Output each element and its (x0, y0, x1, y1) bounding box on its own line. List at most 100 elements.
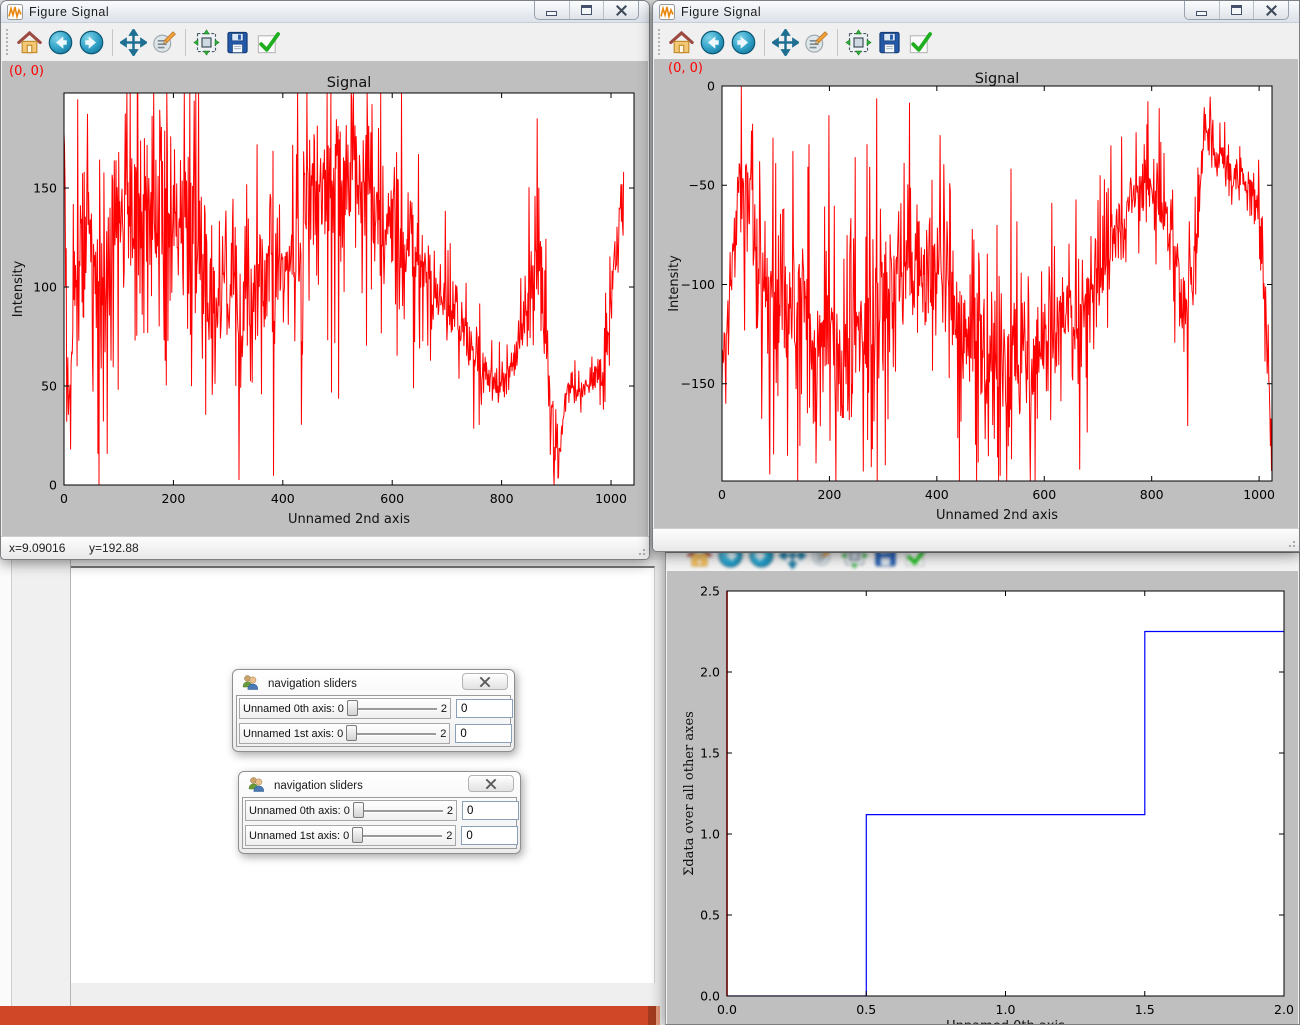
home-icon[interactable] (16, 29, 43, 56)
figure-window-signal-2: Figure Signal (0, 0) 020040060080010000−… (652, 0, 1300, 552)
axis-value-input[interactable] (462, 801, 519, 820)
figure-window-signal-1: Figure Signal (0, 0) 0200400600800100005… (0, 0, 650, 560)
dialog-title: navigation sliders (274, 780, 363, 792)
toolbar-grip (658, 29, 661, 55)
svg-text:0: 0 (49, 478, 57, 493)
minimize-button[interactable] (1185, 1, 1220, 19)
svg-text:−100: −100 (681, 277, 715, 292)
axis-slider[interactable] (347, 699, 439, 718)
svg-text:100: 100 (33, 280, 57, 295)
svg-text:Intensity: Intensity (667, 255, 682, 312)
navigator-canvas[interactable]: 0.00.51.01.52.00.00.51.01.52.02.5Unnamed… (667, 571, 1298, 1025)
svg-text:Signal: Signal (327, 75, 372, 91)
close-icon (1265, 5, 1278, 16)
close-button[interactable] (604, 1, 638, 19)
close-icon (485, 779, 497, 789)
dialog-title: navigation sliders (268, 678, 357, 690)
axis-label: Unnamed 1st axis: (249, 830, 340, 842)
axis-slider[interactable] (353, 801, 445, 820)
edit-parameters-icon (810, 553, 837, 569)
minimize-button[interactable] (535, 1, 570, 19)
slider-groove (355, 810, 443, 812)
save-icon (872, 553, 899, 569)
dialog-titlebar[interactable]: navigation sliders (242, 675, 357, 692)
forward-icon[interactable] (730, 29, 757, 56)
svg-text:2.0: 2.0 (700, 665, 720, 680)
slider-min: 0 (337, 728, 343, 740)
confirm-check-icon[interactable] (255, 29, 282, 56)
slider-handle[interactable] (353, 802, 364, 818)
accent-bar-highlight (656, 1006, 660, 1025)
axis-value-input[interactable] (455, 724, 512, 743)
configure-subplots-icon[interactable] (193, 29, 220, 56)
home-icon[interactable] (668, 29, 695, 56)
pan-icon[interactable] (120, 29, 147, 56)
toolbar-separator (112, 29, 113, 56)
forward-icon[interactable] (78, 29, 105, 56)
axis-slider-row: Unnamed 1st axis: 0 2 (239, 723, 508, 744)
axis-slider[interactable] (346, 724, 438, 743)
confirm-check-icon (903, 553, 930, 569)
svg-text:Unnamed 2nd axis: Unnamed 2nd axis (936, 508, 1058, 523)
maximize-button[interactable] (570, 1, 605, 19)
axis-label: Unnamed 1st axis: (243, 728, 334, 740)
axis-value-input[interactable] (456, 699, 513, 718)
edit-parameters-icon[interactable] (151, 29, 178, 56)
svg-text:0.5: 0.5 (700, 908, 720, 923)
slider-groove (349, 708, 437, 710)
svg-text:1.0: 1.0 (996, 1002, 1016, 1017)
configure-subplots-icon (841, 553, 868, 569)
maximize-button[interactable] (1220, 1, 1255, 19)
configure-subplots-icon[interactable] (845, 29, 872, 56)
background-sidebar-strip (12, 560, 71, 1006)
toolbar-grip (6, 29, 9, 55)
slider-handle[interactable] (352, 827, 363, 843)
axis-value-input[interactable] (461, 826, 518, 845)
dialog-titlebar[interactable]: navigation sliders (248, 777, 363, 794)
navigation-sliders-dialog[interactable]: navigation sliders Unnamed 0th axis: 0 2… (238, 771, 521, 854)
close-button[interactable] (1254, 1, 1288, 19)
resize-grip[interactable] (636, 546, 646, 556)
back-icon[interactable] (47, 29, 74, 56)
slider-strip: Unnamed 0th axis: 0 2 (239, 698, 451, 719)
matplotlib-window-icon (7, 4, 23, 20)
slider-min: 0 (344, 805, 350, 817)
slider-min: 0 (338, 703, 344, 715)
navigation-sliders-dialog[interactable]: navigation sliders Unnamed 0th axis: 0 2… (232, 669, 515, 752)
svg-text:0: 0 (707, 79, 715, 94)
slider-handle[interactable] (347, 700, 358, 716)
confirm-check-icon[interactable] (907, 29, 934, 56)
resize-grip[interactable] (1286, 538, 1296, 548)
axis-slider-row: Unnamed 0th axis: 0 2 (245, 800, 514, 821)
window-controls (1184, 1, 1289, 20)
navigator-plot: 0.00.51.01.52.00.00.51.01.52.02.5Unnamed… (667, 571, 1300, 1025)
window-title: Figure Signal (681, 5, 761, 19)
cursor-x-readout: x=9.09016 (9, 541, 65, 555)
maximize-icon (1231, 5, 1242, 15)
back-icon[interactable] (699, 29, 726, 56)
slider-handle[interactable] (346, 725, 357, 741)
svg-text:800: 800 (490, 491, 514, 506)
dialog-close-button[interactable] (462, 673, 508, 690)
axis-slider[interactable] (352, 826, 444, 845)
titlebar[interactable]: Figure Signal (653, 1, 1299, 23)
dialog-close-button[interactable] (468, 775, 514, 792)
svg-text:1.0: 1.0 (700, 827, 720, 842)
titlebar[interactable]: Figure Signal (1, 1, 649, 23)
svg-text:0.0: 0.0 (700, 989, 720, 1004)
accent-bar (0, 1006, 660, 1025)
back-icon (717, 553, 744, 569)
pan-icon[interactable] (772, 29, 799, 56)
home-icon (686, 553, 713, 569)
svg-text:Signal: Signal (975, 71, 1020, 87)
matplotlib-window-icon (659, 4, 675, 20)
save-icon[interactable] (224, 29, 251, 56)
edit-parameters-icon[interactable] (803, 29, 830, 56)
slider-min: 0 (343, 830, 349, 842)
save-icon[interactable] (876, 29, 903, 56)
sliders-panel: Unnamed 0th axis: 0 2 Unnamed 1st axis: … (236, 695, 511, 747)
signal-canvas[interactable]: (0, 0) 020040060080010000−50−100−150Sign… (654, 59, 1298, 531)
signal-canvas[interactable]: (0, 0) 02004006008001000050100150SignalU… (2, 61, 648, 538)
users-icon (248, 776, 265, 795)
svg-text:−50: −50 (689, 178, 715, 193)
